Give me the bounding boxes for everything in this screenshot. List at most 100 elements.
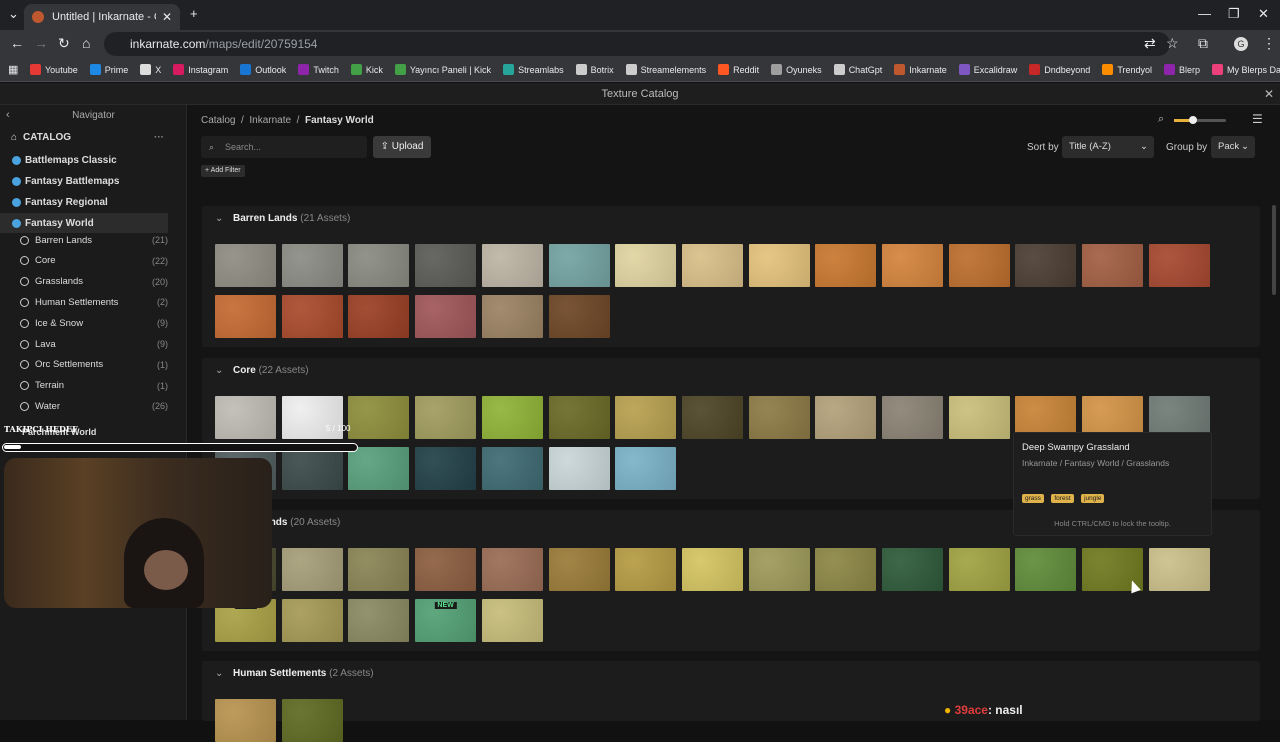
texture-tile[interactable] bbox=[481, 548, 543, 591]
bookmark-item[interactable]: Streamelements bbox=[625, 64, 706, 75]
add-filter-button[interactable]: + Add Filter bbox=[201, 165, 245, 177]
texture-tile[interactable] bbox=[748, 396, 810, 439]
reload-icon[interactable]: ↻ bbox=[58, 35, 70, 52]
sidebar-item-terrain[interactable]: Terrain (1) bbox=[0, 376, 168, 396]
forward-icon[interactable]: → bbox=[34, 35, 48, 51]
list-view-icon[interactable]: ☰ bbox=[1252, 112, 1263, 126]
bookmark-star-icon[interactable]: ☆ bbox=[1166, 35, 1179, 52]
texture-tile[interactable] bbox=[615, 548, 677, 591]
scrollbar-thumb[interactable] bbox=[1272, 205, 1276, 295]
bookmark-item[interactable]: Youtube bbox=[30, 64, 78, 75]
profile-avatar[interactable]: G bbox=[1234, 37, 1248, 51]
texture-tile[interactable] bbox=[615, 244, 677, 287]
bookmark-item[interactable]: Outlook bbox=[240, 64, 286, 75]
sidebar-item-water[interactable]: Water (26) bbox=[0, 396, 168, 416]
texture-tile[interactable] bbox=[681, 396, 743, 439]
bookmark-item[interactable]: Yayıncı Paneli | Kick bbox=[394, 64, 491, 75]
texture-tile[interactable] bbox=[281, 244, 343, 287]
sidebar-item-orc-settlements[interactable]: Orc Settlements (1) bbox=[0, 355, 168, 375]
texture-tile[interactable] bbox=[348, 447, 410, 490]
texture-tile[interactable] bbox=[815, 396, 877, 439]
close-window-icon[interactable]: ✕ bbox=[1258, 6, 1269, 22]
texture-tile[interactable] bbox=[615, 447, 677, 490]
texture-tile[interactable] bbox=[948, 548, 1010, 591]
bookmark-item[interactable]: Dndbeyond bbox=[1029, 64, 1090, 75]
section-header[interactable]: ⌄ Barren Lands (21 Assets) bbox=[202, 206, 1260, 232]
texture-tile[interactable] bbox=[348, 599, 410, 642]
section-header[interactable]: ⌄ Human Settlements (2 Assets) bbox=[202, 661, 1260, 687]
texture-tile[interactable] bbox=[748, 548, 810, 591]
breadcrumb-catalog[interactable]: Catalog bbox=[201, 115, 235, 126]
texture-tile[interactable] bbox=[882, 244, 943, 287]
bookmark-item[interactable]: Streamlabs bbox=[503, 64, 564, 75]
bookmark-item[interactable]: Trendyol bbox=[1102, 64, 1152, 75]
bookmark-item[interactable]: Twitch bbox=[298, 64, 339, 75]
section-header[interactable]: ⌄ Core (22 Assets) bbox=[202, 358, 1260, 384]
minimize-icon[interactable]: — bbox=[1198, 6, 1211, 21]
extensions-icon[interactable]: ⧉ bbox=[1198, 35, 1208, 52]
texture-tile[interactable] bbox=[348, 295, 410, 338]
tag-forest[interactable]: forest bbox=[1051, 494, 1074, 503]
home-icon[interactable]: ⌂ bbox=[82, 35, 90, 51]
upload-button[interactable]: ⇪ Upload bbox=[373, 136, 431, 158]
sidebar-item-lava[interactable]: Lava (9) bbox=[0, 334, 168, 354]
tab-list-chevron-icon[interactable]: ⌄ bbox=[8, 6, 19, 22]
texture-tile[interactable] bbox=[1015, 244, 1077, 287]
close-catalog-icon[interactable]: ✕ bbox=[1264, 83, 1274, 105]
sidebar-item-core[interactable]: Core (22) bbox=[0, 251, 168, 271]
bookmark-item[interactable]: My Blerps Dashboard bbox=[1212, 64, 1280, 75]
sidebar-pack-fantasy-regional[interactable]: Fantasy Regional bbox=[0, 192, 168, 212]
texture-tile[interactable] bbox=[215, 244, 276, 287]
sidebar-item-human-settlements[interactable]: Human Settlements (2) bbox=[0, 292, 168, 312]
texture-tile[interactable] bbox=[548, 295, 610, 338]
texture-tile[interactable]: NEW bbox=[415, 599, 477, 642]
tag-grass[interactable]: grass bbox=[1022, 494, 1044, 503]
texture-tile[interactable] bbox=[548, 396, 610, 439]
group-select[interactable]: Pack ⌄ bbox=[1211, 136, 1255, 158]
texture-tile[interactable] bbox=[548, 447, 610, 490]
texture-tile[interactable] bbox=[481, 396, 543, 439]
texture-tile[interactable] bbox=[348, 244, 410, 287]
bookmark-item[interactable]: ChatGpt bbox=[833, 64, 882, 75]
texture-tile[interactable] bbox=[948, 396, 1010, 439]
texture-tile[interactable] bbox=[215, 295, 276, 338]
browser-menu-icon[interactable]: ⋮ bbox=[1262, 35, 1276, 52]
sidebar-item-grasslands[interactable]: Grasslands (20) bbox=[0, 272, 168, 292]
bookmark-item[interactable]: Oyuneks bbox=[771, 64, 822, 75]
texture-tile[interactable] bbox=[815, 244, 877, 287]
tag-jungle[interactable]: jungle bbox=[1081, 494, 1105, 503]
texture-tile[interactable] bbox=[481, 447, 543, 490]
bookmark-item[interactable]: Prime bbox=[89, 64, 128, 75]
texture-tile[interactable] bbox=[415, 295, 477, 338]
texture-tile[interactable] bbox=[815, 548, 877, 591]
browser-tab[interactable]: Untitled | Inkarnate - Create Fa ✕ bbox=[24, 4, 180, 30]
texture-tile[interactable] bbox=[681, 244, 743, 287]
texture-tile[interactable] bbox=[281, 295, 343, 338]
texture-tile[interactable] bbox=[681, 548, 743, 591]
texture-tile[interactable] bbox=[481, 244, 543, 287]
search-input[interactable]: ⌕ Search... bbox=[201, 136, 367, 158]
apps-grid-icon[interactable]: ▦ bbox=[8, 63, 18, 76]
texture-tile[interactable] bbox=[948, 244, 1010, 287]
new-tab-icon[interactable]: + bbox=[190, 6, 198, 21]
sidebar-pack-fantasy-battlemaps[interactable]: Fantasy Battlemaps bbox=[0, 171, 168, 191]
bookmark-item[interactable]: Inkarnate bbox=[894, 64, 947, 75]
bookmark-item[interactable]: Instagram bbox=[173, 64, 228, 75]
texture-tile[interactable] bbox=[281, 548, 343, 591]
bookmark-item[interactable]: Kick bbox=[350, 64, 383, 75]
zoom-slider-handle[interactable] bbox=[1189, 116, 1197, 124]
texture-tile[interactable] bbox=[1148, 244, 1210, 287]
back-icon[interactable]: ← bbox=[10, 35, 24, 51]
texture-tile[interactable] bbox=[415, 396, 477, 439]
texture-tile[interactable] bbox=[348, 548, 410, 591]
texture-tile[interactable] bbox=[481, 599, 543, 642]
breadcrumb-inkarnate[interactable]: Inkarnate bbox=[249, 115, 291, 126]
bookmark-item[interactable]: X bbox=[140, 64, 161, 75]
bookmark-item[interactable]: Reddit bbox=[718, 64, 759, 75]
texture-tile[interactable] bbox=[882, 396, 943, 439]
more-options-icon[interactable]: ··· bbox=[154, 132, 164, 143]
close-tab-icon[interactable]: ✕ bbox=[162, 10, 172, 24]
texture-tile[interactable] bbox=[615, 396, 677, 439]
texture-tile[interactable] bbox=[548, 244, 610, 287]
translate-icon[interactable]: ⇄ bbox=[1144, 35, 1156, 52]
